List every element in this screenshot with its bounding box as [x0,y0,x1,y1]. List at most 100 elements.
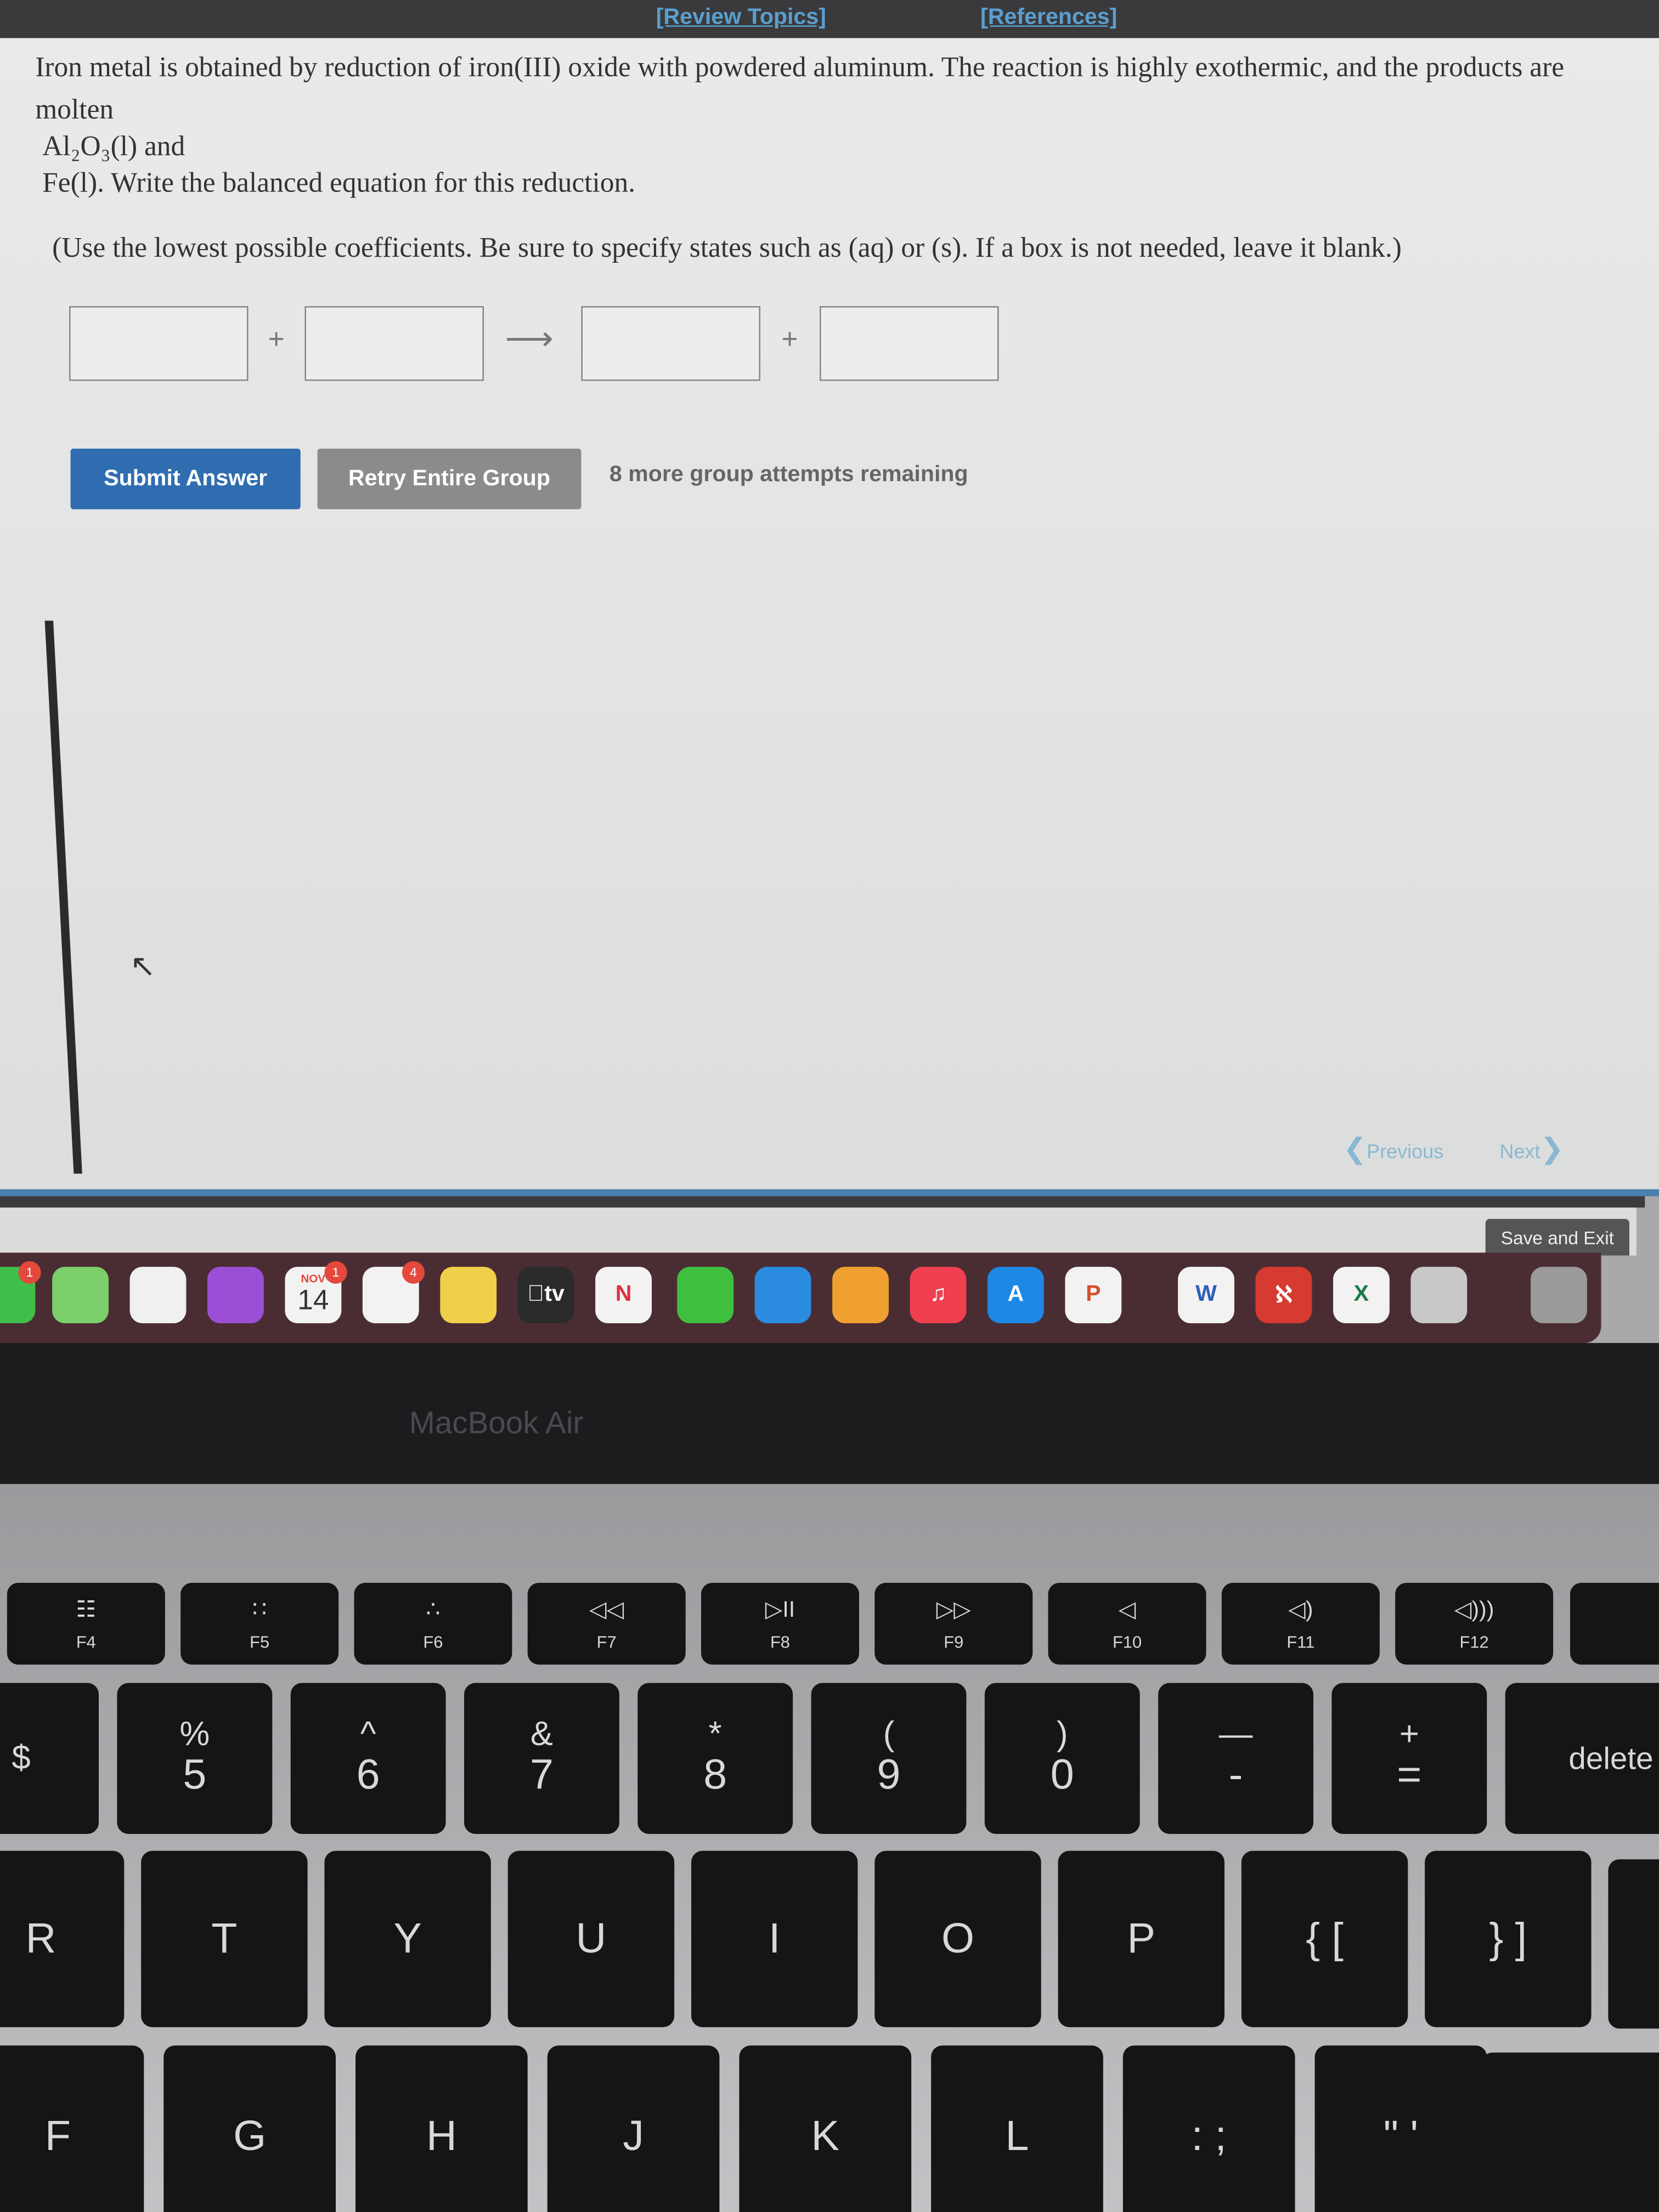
word-icon[interactable]: W [1178,1267,1234,1323]
screen-bezel [0,1342,1659,1485]
news-icon[interactable]: N [595,1267,652,1323]
key-f7[interactable]: ◁◁ F7 [527,1583,686,1665]
key-Y[interactable]: Y [324,1850,491,2028]
key-K[interactable]: K [739,2045,912,2212]
trash-icon[interactable] [1530,1267,1587,1323]
key-f6[interactable]: ∴ F6 [354,1583,512,1665]
icon-glyph: ℵ [1275,1283,1293,1308]
notes-icon[interactable] [440,1267,497,1323]
key-f9[interactable]: ▷▷ F9 [874,1583,1033,1665]
icon-glyph: W [1195,1282,1217,1307]
powerpoint-icon[interactable]: P [1065,1267,1122,1323]
plus-sign: + [268,324,285,356]
key-label: & [530,1714,553,1753]
submit-answer-button[interactable]: Submit Answer [70,448,301,510]
key-f10[interactable]: ◁ F10 [1048,1583,1206,1665]
podcasts-icon[interactable] [207,1267,264,1323]
key-f4[interactable]: ☷ F4 [7,1583,165,1665]
notification-badge: 1 [18,1261,41,1284]
references-link[interactable]: [References] [980,5,1117,31]
key-label: T [211,1915,238,1962]
key-f5[interactable]: ∷ F5 [180,1583,339,1665]
key-[interactable]: } ] [1425,1850,1592,2028]
key-power[interactable] [1570,1583,1659,1665]
key-backslash[interactable] [1608,1859,1659,2029]
key-O[interactable]: O [874,1850,1041,2028]
key-label: ▷II [765,1598,795,1623]
panel-bottom-border [0,1189,1659,1197]
key-6[interactable]: ^ 6 [290,1683,446,1834]
key-F[interactable]: F [0,2045,144,2212]
key-5[interactable]: % 5 [117,1683,273,1834]
app-store-icon[interactable]: A [987,1267,1044,1323]
laptop-model-label: MacBook Air [409,1405,584,1441]
save-and-exit-button[interactable]: Save and Exit [1485,1218,1629,1256]
key--[interactable]: — - [1158,1683,1313,1834]
attempts-remaining: 8 more group attempts remaining [609,462,968,487]
key-label: ◁))) [1454,1598,1494,1623]
key-delete[interactable]: delete [1505,1683,1659,1834]
key-f12[interactable]: ◁))) F12 [1395,1583,1554,1665]
key-label: - [1228,1751,1243,1798]
key-$[interactable]: $ [0,1683,99,1834]
key-label: U [575,1915,607,1962]
excel-icon[interactable]: X [1333,1267,1390,1323]
key-T[interactable]: T [141,1850,308,2028]
notification-badge: 1 [324,1261,347,1284]
product-2-input[interactable] [819,306,999,381]
icon-glyph: A [1007,1282,1024,1307]
reactant-2-input[interactable] [304,306,484,381]
key-P[interactable]: P [1058,1850,1224,2028]
key-label: * [708,1714,722,1753]
keynote-icon[interactable] [754,1267,811,1323]
key-f8[interactable]: ▷II F8 [701,1583,859,1665]
key-label: F10 [1112,1632,1142,1652]
photos-icon[interactable] [129,1267,187,1323]
key-0[interactable]: ) 0 [984,1683,1140,1834]
acrobat-icon[interactable]: ℵ [1255,1267,1312,1323]
music-icon[interactable]: ♫ [910,1267,967,1323]
key-label: ◁) [1288,1598,1313,1623]
key-[interactable]: { [ [1241,1850,1408,2028]
key-return[interactable] [1481,2052,1659,2212]
review-topics-link[interactable]: [Review Topics] [656,5,826,31]
product-1-input[interactable] [581,306,760,381]
next-button[interactable]: Next❯ [1499,1131,1564,1166]
key-H[interactable]: H [355,2045,528,2212]
key-label: F12 [1459,1632,1489,1652]
key-J[interactable]: J [547,2045,720,2212]
key-9[interactable]: (9 [811,1683,967,1834]
key-U[interactable]: U [507,1850,675,2028]
key-7[interactable]: & 7 [464,1683,619,1834]
key-label: ☷ [76,1598,97,1623]
key-f11[interactable]: ◁) F11 [1221,1583,1380,1665]
icon-glyph: ♫ [929,1282,947,1307]
previous-button[interactable]: ❮Previous [1343,1131,1443,1166]
icon-glyph: X [1353,1282,1369,1307]
key-=[interactable]: + = [1331,1683,1487,1834]
key-label: G [233,2113,267,2160]
key-punct[interactable]: " ' [1314,2045,1487,2212]
key-label: delete [1568,1740,1654,1776]
key-L[interactable]: L [931,2045,1103,2212]
apple-tv-icon[interactable]: tv [517,1267,574,1323]
key-punct[interactable]: : ; [1122,2045,1295,2212]
key-G[interactable]: G [163,2045,336,2212]
numbers-icon[interactable] [677,1267,734,1323]
icon-glyph: P [1086,1282,1101,1307]
key-label: F4 [76,1632,96,1652]
pages-icon[interactable] [832,1267,889,1323]
key-I[interactable]: I [691,1850,858,2028]
footer-bar [0,1207,1637,1256]
question-text-line1: Iron metal is obtained by reduction of i… [35,52,1565,83]
key-label: % [179,1714,210,1753]
key-label: R [25,1915,57,1962]
key-R[interactable]: R [0,1850,125,2028]
key-8[interactable]: * 8 [637,1683,793,1834]
retry-entire-group-button[interactable]: Retry Entire Group [317,448,582,510]
reactant-1-input[interactable] [69,306,249,381]
chevron-left-icon: ❮ [1342,1134,1367,1165]
preview-icon[interactable] [1410,1267,1468,1323]
maps-icon[interactable] [52,1267,109,1323]
key-label: ▷▷ [936,1598,971,1623]
